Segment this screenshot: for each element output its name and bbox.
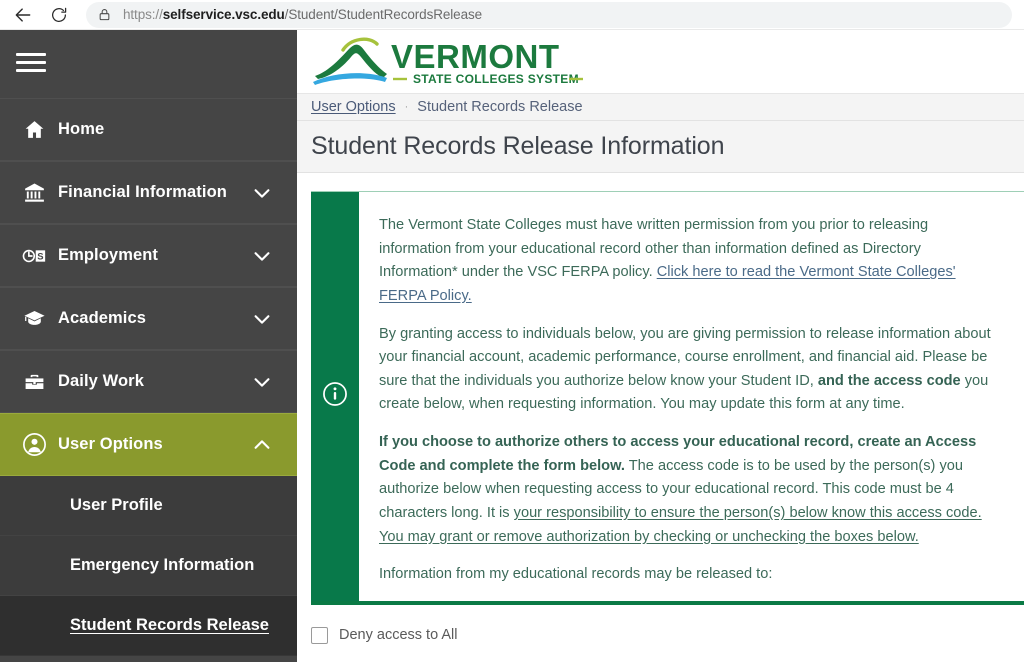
reload-icon[interactable] (44, 1, 74, 29)
breadcrumb: User Options · Student Records Release (297, 93, 1024, 121)
logo-svg: VERMONT STATE COLLEGES SYSTEM (313, 37, 583, 86)
page-title: Student Records Release Information (311, 132, 725, 160)
user-circle-icon (10, 432, 58, 457)
sidebar-item-employment[interactable]: S Employment (0, 224, 297, 287)
sidebar-item-label: Home (58, 120, 105, 138)
main-content: VERMONT STATE COLLEGES SYSTEM User Optio… (297, 30, 1024, 662)
clock-dollar-icon: S (10, 245, 58, 267)
toolbox-icon (10, 371, 58, 393)
graduation-cap-icon (10, 307, 58, 330)
chevron-down-icon[interactable] (249, 182, 275, 204)
hamburger-line (16, 52, 46, 56)
chevron-down-icon[interactable] (249, 371, 275, 393)
bank-icon (10, 181, 58, 204)
home-icon (10, 118, 58, 141)
sidebar-item-label: User Options (58, 435, 163, 453)
sidebar-nav-list: Home Financial Information S Employment … (0, 98, 297, 656)
breadcrumb-parent-link[interactable]: User Options (311, 99, 396, 115)
breadcrumb-current: Student Records Release (417, 99, 583, 115)
info-circle-icon (322, 381, 348, 412)
sidebar-item-user-options[interactable]: User Options (0, 413, 297, 476)
deny-access-to-all-label: Deny access to All (339, 627, 458, 644)
sidebar-item-label: Academics (58, 309, 147, 327)
sidebar-item-home[interactable]: Home (0, 98, 297, 161)
sidebar-subitem-label: Emergency Information (70, 556, 255, 574)
alert-paragraph-4: Information from my educational records … (379, 566, 773, 583)
page-title-bar: Student Records Release Information (297, 121, 1024, 173)
site-header: VERMONT STATE COLLEGES SYSTEM (297, 30, 1024, 93)
svg-text:S: S (37, 250, 43, 261)
chevron-up-icon[interactable] (249, 434, 275, 456)
deny-access-to-all-row[interactable]: Deny access to All (311, 626, 1024, 644)
alert-body: The Vermont State Colleges must have wri… (359, 192, 1024, 601)
hamburger-line (16, 60, 46, 64)
sidebar-subitem-user-profile[interactable]: User Profile (0, 476, 297, 536)
alert-accent-bar (311, 192, 359, 601)
sidebar-subitem-label: Student Records Release (70, 616, 269, 634)
chevron-down-icon[interactable] (249, 245, 275, 267)
sidebar-subitem-student-records-release[interactable]: Student Records Release (0, 596, 297, 656)
url-text: https://selfservice.vsc.edu/Student/Stud… (123, 7, 482, 22)
deny-access-to-all-checkbox[interactable] (311, 626, 328, 644)
logo-tagline: STATE COLLEGES SYSTEM (413, 72, 579, 86)
info-alert: The Vermont State Colleges must have wri… (311, 191, 1024, 605)
alert-wrapper: The Vermont State Colleges must have wri… (297, 173, 1024, 605)
logo-wordmark: VERMONT (391, 38, 560, 75)
sidebar-subitem-emergency-information[interactable]: Emergency Information (0, 536, 297, 596)
sidebar-subitem-label: User Profile (70, 496, 163, 514)
sidebar-item-daily-work[interactable]: Daily Work (0, 350, 297, 413)
url-path: /Student/StudentRecordsRelease (284, 7, 483, 22)
vermont-state-colleges-logo[interactable]: VERMONT STATE COLLEGES SYSTEM (311, 34, 591, 90)
alert-p2-bold: and the access code (817, 372, 961, 389)
alert-paragraph-3: If you choose to authorize others to acc… (379, 431, 1001, 549)
url-scheme: https:// (123, 7, 163, 22)
sidebar-item-financial-information[interactable]: Financial Information (0, 161, 297, 224)
sidebar: Home Financial Information S Employment … (0, 30, 297, 662)
chevron-down-icon[interactable] (249, 308, 275, 330)
breadcrumb-separator: · (404, 101, 409, 113)
app-root: https://selfservice.vsc.edu/Student/Stud… (0, 0, 1024, 662)
back-arrow-icon[interactable] (8, 1, 38, 29)
alert-paragraph-2: By granting access to individuals below,… (379, 323, 1001, 418)
address-bar[interactable]: https://selfservice.vsc.edu/Student/Stud… (86, 1, 1012, 28)
browser-toolbar: https://selfservice.vsc.edu/Student/Stud… (0, 0, 1024, 30)
hamburger-menu-icon[interactable] (12, 42, 52, 82)
hamburger-line (16, 68, 46, 72)
sidebar-item-academics[interactable]: Academics (0, 287, 297, 350)
form-area: Deny access to All Active Relationship (297, 605, 1024, 662)
sidebar-item-label: Daily Work (58, 372, 144, 390)
sidebar-item-label: Financial Information (58, 183, 227, 201)
lock-icon (98, 7, 111, 22)
alert-paragraph-1: The Vermont State Colleges must have wri… (379, 214, 1001, 309)
url-host: selfservice.vsc.edu (162, 7, 285, 22)
sidebar-item-label: Employment (58, 246, 159, 264)
